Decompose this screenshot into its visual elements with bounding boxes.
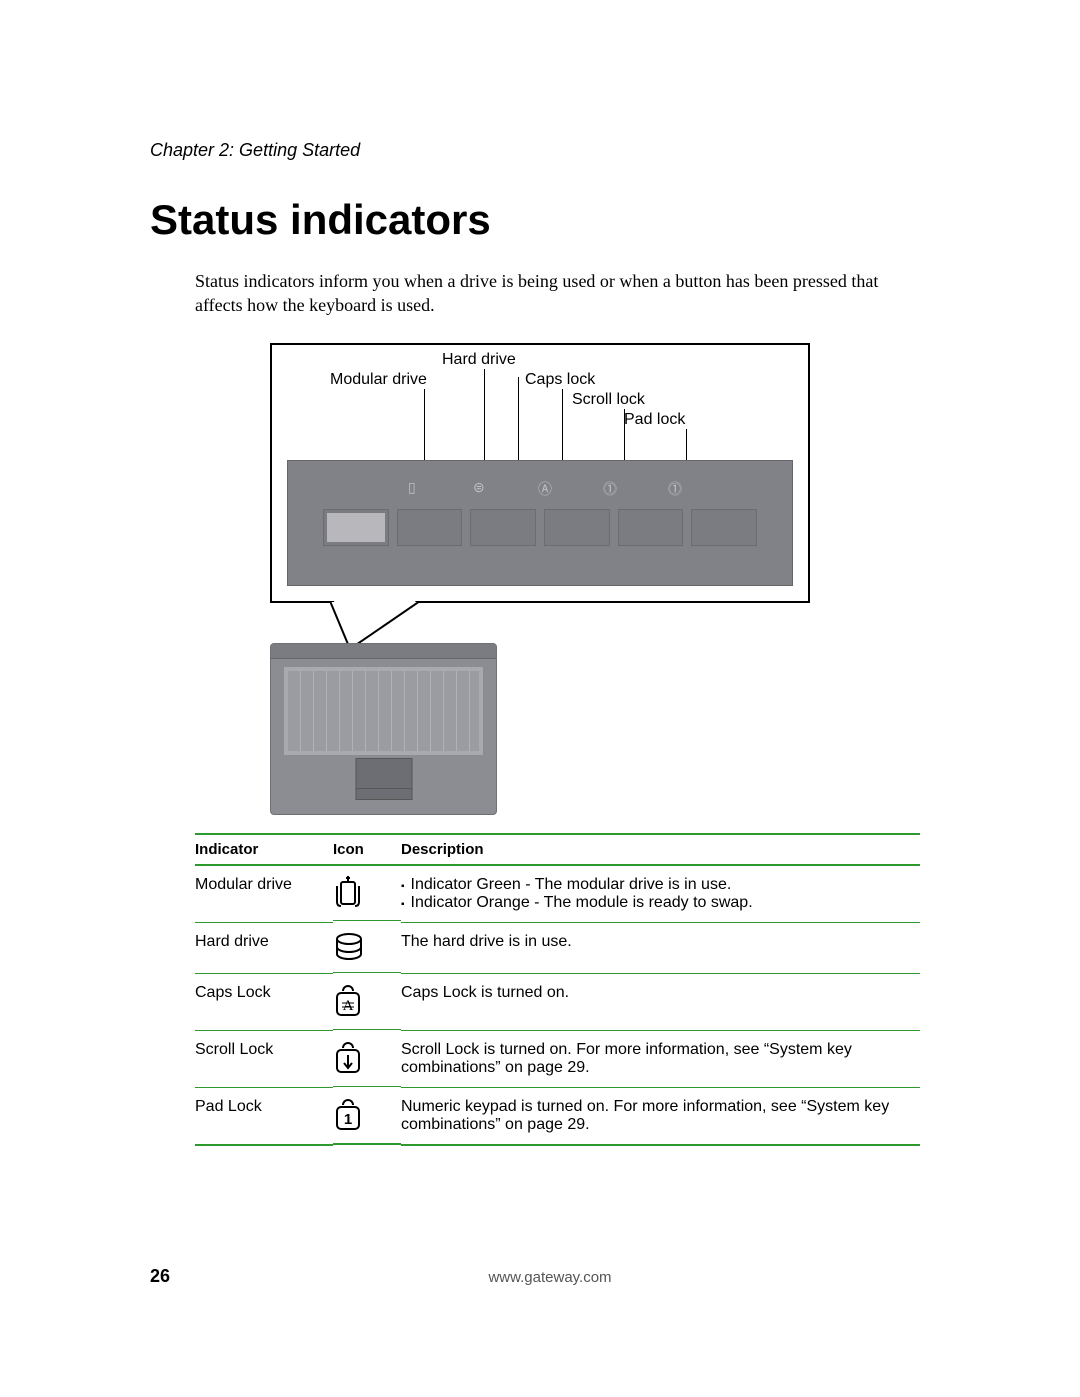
intro-paragraph: Status indicators inform you when a driv…: [195, 269, 920, 318]
hard-drive-icon: [333, 922, 401, 973]
th-indicator: Indicator: [195, 834, 333, 865]
table-row: Modular drive Indicator Green - The modu…: [195, 865, 920, 923]
table-row: Pad Lock 1 Numeric keypad is turned on. …: [195, 1087, 920, 1145]
cell-description: Indicator Green - The modular drive is i…: [401, 865, 920, 923]
cell-description: Scroll Lock is turned on. For more infor…: [401, 1030, 920, 1087]
cell-indicator: Pad Lock: [195, 1087, 333, 1145]
table-header-row: Indicator Icon Description: [195, 834, 920, 865]
page-number: 26: [150, 1266, 170, 1287]
cell-indicator: Hard drive: [195, 922, 333, 973]
pad-lock-icon: 1: [333, 1087, 401, 1145]
label-pad-lock: Pad lock: [624, 411, 685, 429]
chapter-heading: Chapter 2: Getting Started: [150, 140, 930, 161]
indicator-table: Indicator Icon Description Modular drive: [195, 833, 920, 1147]
indicator-panel: ▯ ⊜ Ⓐ ⓵ ⓵: [287, 460, 793, 586]
laptop-illustration: [270, 643, 495, 813]
cell-description: Numeric keypad is turned on. For more in…: [401, 1087, 920, 1145]
caps-lock-icon: A: [333, 973, 401, 1030]
status-indicator-diagram: Hard drive Modular drive Caps lock Scrol…: [270, 343, 810, 813]
page-footer: 26 www.gateway.com: [150, 1266, 930, 1287]
table-row: Scroll Lock Scroll Lock is turned on. Fo…: [195, 1030, 920, 1087]
page-title: Status indicators: [150, 196, 930, 244]
th-description: Description: [401, 834, 920, 865]
cell-description: Caps Lock is turned on.: [401, 973, 920, 1030]
scroll-lock-icon: [333, 1030, 401, 1087]
callout-box: Hard drive Modular drive Caps lock Scrol…: [270, 343, 810, 603]
label-scroll-lock: Scroll lock: [572, 391, 645, 409]
cell-description: The hard drive is in use.: [401, 922, 920, 973]
cell-indicator: Scroll Lock: [195, 1030, 333, 1087]
label-modular-drive: Modular drive: [330, 371, 427, 389]
cell-indicator: Modular drive: [195, 865, 333, 923]
table-row: Caps Lock A Caps Lock is turned on.: [195, 973, 920, 1030]
label-hard-drive: Hard drive: [442, 351, 516, 369]
label-caps-lock: Caps lock: [525, 371, 595, 389]
footer-url: www.gateway.com: [170, 1269, 930, 1286]
svg-text:1: 1: [344, 1111, 352, 1128]
th-icon: Icon: [333, 834, 401, 865]
svg-text:A: A: [343, 998, 354, 1014]
table-row: Hard drive The hard drive is in use.: [195, 922, 920, 973]
modular-drive-icon: [333, 866, 401, 921]
cell-indicator: Caps Lock: [195, 973, 333, 1030]
